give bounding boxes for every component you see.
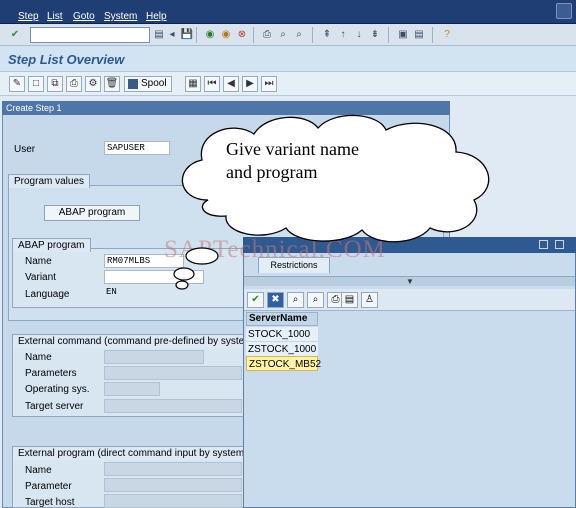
ext-prog-name-field[interactable] <box>104 462 242 476</box>
find-popup-icon[interactable]: ⌕ <box>287 292 304 308</box>
first-icon[interactable]: ⏮ <box>204 76 220 92</box>
spool-icon <box>128 79 138 89</box>
callout-line-1: Give variant name <box>226 139 359 159</box>
callout-tail-bubbles <box>173 247 219 290</box>
check-icon[interactable]: ⚙ <box>85 76 101 92</box>
column-header-servername[interactable]: ServerName <box>246 312 318 326</box>
user-field[interactable]: SAPUSER <box>104 141 170 155</box>
continue-icon[interactable]: ✔ <box>247 292 264 308</box>
last-page-icon[interactable]: ⇟ <box>368 28 382 42</box>
menu-help[interactable]: Help <box>146 11 167 22</box>
language-label: Language <box>25 289 70 300</box>
window-control-icon[interactable] <box>556 3 572 19</box>
popup-minimize-icon[interactable] <box>539 240 548 249</box>
last-icon[interactable]: ⏭ <box>261 76 277 92</box>
find-next-popup-icon[interactable]: ⌕ <box>307 292 324 308</box>
list-item-selected[interactable]: ZSTOCK_MB52 <box>246 356 321 371</box>
next-page-icon[interactable]: ↓ <box>352 28 366 42</box>
popup-toolbar: ✔ ✖ ⌕ ⌕ ⎙ ▤ ♙ <box>244 289 575 311</box>
previous-icon[interactable]: ◀ <box>223 76 239 92</box>
delete-icon[interactable]: 🗑 <box>104 76 120 92</box>
find-icon[interactable]: ⌕ <box>276 28 290 42</box>
back-small-icon[interactable]: ◂ <box>165 28 179 42</box>
ext-cmd-target-field[interactable] <box>104 399 242 413</box>
ext-prog-parameter-label: Parameter <box>25 481 72 492</box>
ext-prog-name-label: Name <box>25 465 52 476</box>
shortcut-icon[interactable]: ▤ <box>412 28 426 42</box>
new-session-icon[interactable]: ▣ <box>396 28 410 42</box>
enter-icon[interactable]: ✔ <box>8 28 22 42</box>
table-icon[interactable]: ▦ <box>185 76 201 92</box>
command-field[interactable] <box>30 27 150 43</box>
application-toolbar: ✎ □ ⧉ ⎙ ⚙ 🗑 Spool ▦ ⏮ ◀ ▶ ⏭ <box>0 72 576 96</box>
abap-program-button[interactable]: ABAP program <box>44 205 140 221</box>
first-page-icon[interactable]: ⇞ <box>320 28 334 42</box>
user-label: User <box>14 144 36 155</box>
menu-bar: Step List Goto System Help <box>0 0 576 24</box>
back-icon[interactable]: ◉ <box>203 28 217 42</box>
exit-icon[interactable]: ◉ <box>219 28 233 42</box>
print-icon[interactable]: ⎙ <box>260 28 274 42</box>
menu-list[interactable]: List <box>47 11 63 22</box>
display-icon[interactable]: ⎙ <box>66 76 82 92</box>
title-bar: Step List Overview <box>0 46 576 72</box>
find-next-icon[interactable]: ⌕ <box>292 28 306 42</box>
ext-cmd-target-label: Target server <box>25 401 84 412</box>
standard-toolbar: ✔ ▤ ◂ 💾 ◉ ◉ ⊗ ⎙ ⌕ ⌕ ⇞ ↑ ↓ ⇟ ▣ ▤ ? <box>0 24 576 46</box>
menu-system[interactable]: System <box>104 11 137 22</box>
history-icon[interactable]: ▤ <box>152 28 166 42</box>
ext-cmd-os-field[interactable] <box>104 382 160 396</box>
abap-program-tab: ABAP program <box>12 238 91 252</box>
ext-cmd-name-label: Name <box>25 352 52 363</box>
external-program-tab: External program (direct command input b… <box>12 446 264 460</box>
help-icon[interactable]: ? <box>440 28 454 42</box>
ext-cmd-parameters-label: Parameters <box>25 368 77 379</box>
list-popup-icon[interactable]: ▤ <box>341 292 358 308</box>
personal-list-icon[interactable]: ♙ <box>361 292 378 308</box>
program-values-tab[interactable]: Program values <box>8 174 91 188</box>
variant-label: Variant <box>25 272 56 283</box>
slider-arrow-icon[interactable]: ▼ <box>406 277 414 286</box>
prev-page-icon[interactable]: ↑ <box>336 28 350 42</box>
name-label: Name <box>25 256 52 267</box>
next-icon[interactable]: ▶ <box>242 76 258 92</box>
ext-cmd-parameters-field[interactable] <box>104 366 242 380</box>
save-icon[interactable]: 💾 <box>180 28 194 42</box>
cancel-popup-icon[interactable]: ✖ <box>267 292 284 308</box>
menu-step[interactable]: Step <box>18 11 39 22</box>
callout-text: Give variant name and program <box>226 138 426 184</box>
copy-icon[interactable]: ⧉ <box>47 76 63 92</box>
external-command-tab: External command (command pre-defined by… <box>12 334 259 348</box>
language-field[interactable]: EN <box>104 286 144 300</box>
create-icon[interactable]: □ <box>28 76 44 92</box>
page-title: Step List Overview <box>8 52 125 67</box>
menu-goto[interactable]: Goto <box>73 11 95 22</box>
popup-close-icon[interactable] <box>555 240 564 249</box>
callout-line-2: and program <box>226 162 318 182</box>
ext-cmd-os-label: Operating sys. <box>25 384 90 395</box>
ext-prog-parameter-field[interactable] <box>104 478 242 492</box>
list-item[interactable]: STOCK_1000 <box>246 327 318 342</box>
restrictions-slider[interactable]: ▼ <box>244 276 575 286</box>
edit-icon[interactable]: ✎ <box>9 76 25 92</box>
ext-prog-host-field[interactable] <box>104 494 242 508</box>
ext-cmd-name-field[interactable] <box>104 350 204 364</box>
ext-prog-host-label: Target host <box>25 497 75 508</box>
list-item[interactable]: ZSTOCK_1000 <box>246 342 318 357</box>
cancel-icon[interactable]: ⊗ <box>235 28 249 42</box>
